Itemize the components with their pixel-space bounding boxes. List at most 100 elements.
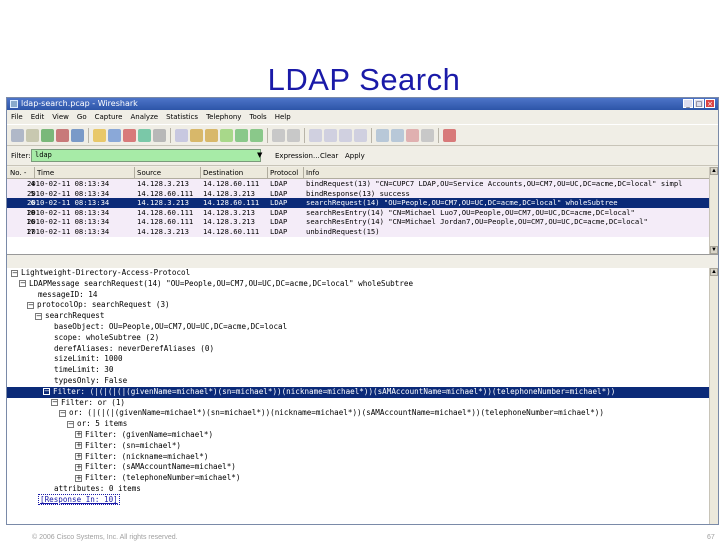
scroll-up-icon[interactable]: ▲ (710, 167, 718, 175)
scroll-down-icon[interactable]: ▼ (710, 246, 718, 254)
coloring-rules-icon[interactable] (406, 129, 419, 142)
menu-item-go[interactable]: Go (77, 113, 87, 121)
packet-row[interactable]: 16 2010-02-11 08:13:34 14.128.60.111 14.128… (7, 217, 718, 227)
reload-icon[interactable] (138, 129, 151, 142)
menu-item-tools[interactable]: Tools (249, 113, 266, 121)
expand-icon[interactable]: + (75, 442, 82, 450)
collapse-icon[interactable]: − (35, 312, 42, 320)
packet-row[interactable]: 4 2010-02-11 08:13:34 14.128.3.213 14.128.6… (7, 179, 718, 189)
detail-row[interactable]: typesOnly: False (7, 376, 718, 387)
packet-list-scrollbar[interactable]: ▲ ▼ (709, 167, 718, 254)
detail-row[interactable]: − Lightweight-Directory-Access-Protocol (7, 268, 718, 279)
packet-cell-info: bindResponse(13) success (306, 188, 410, 198)
clear-button[interactable]: Clear (320, 152, 338, 160)
zoom-out-icon[interactable] (324, 129, 337, 142)
collapse-icon[interactable]: − (19, 280, 26, 288)
expression-button[interactable]: Expression... (275, 152, 320, 160)
menu-item-statistics[interactable]: Statistics (166, 113, 198, 121)
expand-icon[interactable]: + (75, 474, 82, 482)
packet-row[interactable]: 6 2010-02-11 08:13:34 14.128.3.213 14.128.6… (7, 198, 718, 208)
menu-item-file[interactable]: File (11, 113, 23, 121)
column-header[interactable]: Time (37, 169, 54, 177)
response-link[interactable]: [Response In: 10] (38, 493, 120, 505)
detail-row[interactable]: derefAliases: neverDerefAliases (0) (7, 344, 718, 355)
detail-text: timeLimit: 30 (54, 365, 114, 375)
detail-row[interactable]: [Response In: 10] (7, 493, 718, 506)
detail-row[interactable]: − Filter: (|(|(|(|(givenName=michael*)(sn… (7, 386, 718, 398)
menu-item-analyze[interactable]: Analyze (130, 113, 158, 121)
packet-row[interactable]: 10 2010-02-11 08:13:34 14.128.60.111 14.128… (7, 207, 718, 218)
open-file-icon[interactable] (93, 129, 106, 142)
auto-scroll-icon[interactable] (287, 129, 300, 142)
display-filters-icon[interactable] (391, 129, 404, 142)
detail-row[interactable]: + Filter: (sAMAccountName=michael*) (7, 462, 718, 473)
minimize-icon[interactable]: _ (683, 99, 693, 108)
help-icon[interactable] (443, 129, 456, 142)
go-to-packet-icon[interactable] (220, 129, 233, 142)
menu-item-edit[interactable]: Edit (31, 113, 45, 121)
detail-row[interactable]: messageID: 14 (7, 290, 718, 301)
collapse-icon[interactable]: − (27, 301, 34, 309)
column-header[interactable]: No. - (10, 169, 26, 177)
menu-item-capture[interactable]: Capture (95, 113, 123, 121)
find-packet-icon[interactable] (175, 129, 188, 142)
expand-icon[interactable]: + (75, 463, 82, 471)
colorize-icon[interactable] (272, 129, 285, 142)
column-header[interactable]: Info (306, 169, 319, 177)
detail-row[interactable]: sizeLimit: 1000 (7, 354, 718, 365)
collapse-icon[interactable]: − (51, 399, 58, 407)
start-capture-icon[interactable] (41, 129, 54, 142)
menu-item-telephony[interactable]: Telephony (206, 113, 241, 121)
detail-row[interactable]: baseObject: OU=People,OU=CM7,OU=UC,DC=ac… (7, 322, 718, 333)
last-packet-icon[interactable] (250, 129, 263, 142)
detail-row[interactable]: − Filter: or (1) (7, 398, 718, 409)
collapse-icon[interactable]: − (11, 269, 18, 277)
menu-item-view[interactable]: View (52, 113, 69, 121)
details-scrollbar[interactable]: ▲ (709, 268, 718, 524)
go-back-icon[interactable] (190, 129, 203, 142)
maximize-icon[interactable]: □ (694, 99, 704, 108)
detail-row[interactable]: + Filter: (telephoneNumber=michael*) (7, 473, 718, 484)
preferences-icon[interactable] (421, 129, 434, 142)
packet-row[interactable]: 5 2010-02-11 08:13:34 14.128.60.111 14.128.… (7, 188, 718, 199)
collapse-icon[interactable]: − (59, 409, 66, 417)
restart-capture-icon[interactable] (71, 129, 84, 142)
column-header[interactable]: Protocol (270, 169, 298, 177)
resize-columns-icon[interactable] (354, 129, 367, 142)
detail-row[interactable]: − or: 5 items (7, 419, 718, 430)
detail-row[interactable]: − searchRequest (7, 311, 718, 322)
capture-filters-icon[interactable] (376, 129, 389, 142)
filter-input[interactable]: ldap (31, 149, 261, 162)
packet-cell-src: 14.128.60.111 (137, 188, 194, 198)
zoom-normal-icon[interactable] (339, 129, 352, 142)
detail-row[interactable]: timeLimit: 30 (7, 365, 718, 376)
scroll-up-icon[interactable]: ▲ (710, 268, 718, 276)
detail-row[interactable]: + Filter: (sn=michael*) (7, 441, 718, 452)
detail-row[interactable]: scope: wholeSubtree (2) (7, 333, 718, 344)
close-icon[interactable]: × (705, 99, 715, 108)
detail-row[interactable]: + Filter: (givenName=michael*) (7, 430, 718, 441)
menu-item-help[interactable]: Help (275, 113, 291, 121)
interfaces-icon[interactable] (11, 129, 24, 142)
packet-row[interactable]: 17 2010-02-11 08:13:34 14.128.3.213 14.128.… (7, 226, 718, 237)
detail-row[interactable]: − or: (|(|(|(givenName=michael*)(sn=micha… (7, 408, 718, 419)
options-icon[interactable] (26, 129, 39, 142)
expand-icon[interactable]: + (75, 453, 82, 461)
detail-row[interactable]: − protocolOp: searchRequest (3) (7, 300, 718, 311)
detail-row[interactable]: − LDAPMessage searchRequest(14) "OU=Peopl… (7, 279, 718, 290)
first-packet-icon[interactable] (235, 129, 248, 142)
collapse-icon[interactable]: − (67, 420, 74, 428)
apply-button[interactable]: Apply (345, 152, 365, 160)
print-icon[interactable] (153, 129, 166, 142)
stop-capture-icon[interactable] (56, 129, 69, 142)
close-file-icon[interactable] (123, 129, 136, 142)
save-file-icon[interactable] (108, 129, 121, 142)
filter-dropdown-icon[interactable]: ▼ (257, 151, 262, 159)
go-forward-icon[interactable] (205, 129, 218, 142)
column-header[interactable]: Destination (203, 169, 243, 177)
column-header[interactable]: Source (137, 169, 161, 177)
collapse-icon[interactable]: − (43, 388, 50, 396)
detail-row[interactable]: + Filter: (nickname=michael*) (7, 452, 718, 463)
expand-icon[interactable]: + (75, 431, 82, 439)
zoom-in-icon[interactable] (309, 129, 322, 142)
